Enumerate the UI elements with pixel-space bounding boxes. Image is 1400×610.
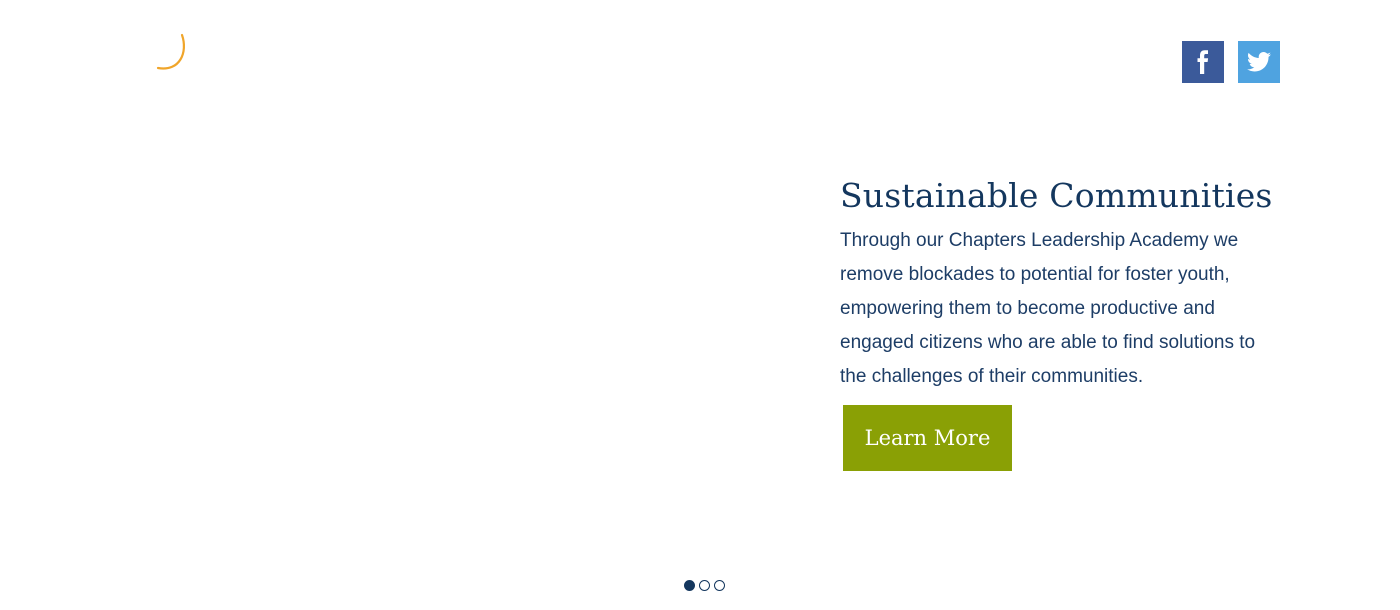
learn-more-button[interactable]: Learn More [843, 405, 1012, 471]
facebook-icon [1197, 50, 1209, 74]
logo-mark-icon [156, 33, 185, 70]
twitter-button[interactable] [1238, 41, 1280, 83]
carousel-dot-1[interactable] [684, 580, 695, 591]
carousel-dot-2[interactable] [699, 580, 710, 591]
slide-description: Through our Chapters Leadership Academy … [840, 230, 1256, 387]
slide-content: Sustainable Communities Through our Chap… [840, 172, 1300, 394]
logo[interactable] [100, 30, 240, 115]
twitter-icon [1247, 52, 1271, 72]
slide-title: Sustainable Communities [840, 176, 1273, 215]
facebook-button[interactable] [1182, 41, 1224, 83]
carousel-dot-3[interactable] [714, 580, 725, 591]
carousel-pagination [684, 580, 725, 591]
